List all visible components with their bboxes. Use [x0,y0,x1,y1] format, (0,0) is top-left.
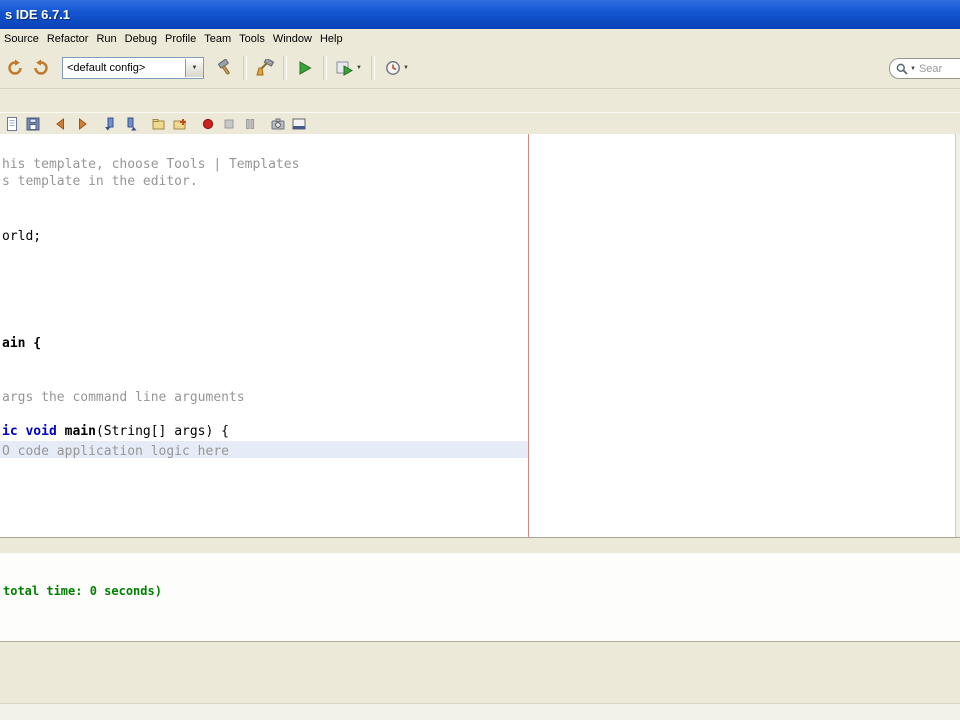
menu-item-window[interactable]: Window [269,31,316,47]
menu-item-team[interactable]: Team [200,31,235,47]
dock-window-button[interactable] [289,114,309,134]
menu-item-source[interactable]: Source [0,31,43,47]
add-folder-button[interactable] [170,114,190,134]
search-placeholder: Sear [918,62,943,75]
clean-and-build-project-button[interactable] [252,55,278,81]
profile-project-button[interactable]: ▼ [380,55,414,81]
open-folder-icon [152,118,165,129]
menu-item-help[interactable]: Help [316,31,347,47]
combo-dropdown-button[interactable]: ▼ [185,59,203,77]
code-line: ic void main(String[] args) { [2,423,229,440]
search-icon [896,63,908,75]
back-icon [56,117,64,130]
code-keyword: ic void [2,424,65,439]
search-box[interactable]: ▼ Sear [889,58,960,79]
chevron-down-icon: ▼ [356,65,362,71]
code-line: orld; [2,229,42,244]
menu-item-run[interactable]: Run [92,31,120,47]
titlebar: s IDE 6.7.1 [0,0,960,29]
status-bar [0,703,960,720]
secondary-toolbar [0,112,960,135]
snapshot-icon [271,118,285,129]
next-bookmark-button[interactable] [121,114,141,134]
chevron-down-icon: ▼ [403,65,409,71]
code-line: his template, choose Tools | Templates [2,157,300,172]
main-toolbar: <default config> ▼ ▼ ▼ ▼ Sear [0,48,960,89]
next-bookmark-icon [127,117,137,130]
run-project-button[interactable] [292,55,318,81]
redo-icon [34,59,48,75]
menu-item-profile[interactable]: Profile [161,31,200,47]
code-line: ain { [2,336,42,351]
editor[interactable]: his template, choose Tools | Templates s… [0,134,960,537]
back-button[interactable] [51,114,71,134]
chevron-down-icon: ▼ [910,65,916,72]
previous-bookmark-button[interactable] [100,114,120,134]
debug-project-button[interactable]: ▼ [332,55,366,81]
forward-icon [79,117,87,130]
menu-item-refactor[interactable]: Refactor [43,31,93,47]
window-title: s IDE 6.7.1 [5,7,71,22]
code-line: args the command line arguments [2,390,245,405]
code-method-name: main [64,424,96,439]
stop-button[interactable] [219,114,239,134]
toolbar-separator [283,56,287,80]
stop-icon [224,119,234,128]
profile-project-icon [386,61,400,75]
code-line: O code application logic here [2,444,229,459]
output-panel: total time: 0 seconds) [0,553,960,642]
save-all-button[interactable] [23,114,43,134]
undo-button[interactable] [2,55,28,81]
editor-scrollbar[interactable] [955,134,960,537]
open-folder-button[interactable] [149,114,169,134]
code-line: s template in the editor. [2,174,198,189]
forward-button[interactable] [72,114,92,134]
code-text: (String[] args) { [95,424,229,439]
previous-bookmark-icon [105,117,114,130]
config-combobox-value: <default config> [67,62,146,74]
undo-icon [8,59,22,75]
pause-button[interactable] [240,114,260,134]
status-bar-area [0,642,960,720]
new-file-icon [7,116,17,131]
run-project-icon [299,61,312,75]
redo-button[interactable] [28,55,54,81]
build-project-button[interactable] [212,55,238,81]
build-project-icon [218,59,230,75]
menu-item-debug[interactable]: Debug [121,31,161,47]
menubar: Source Refactor Run Debug Profile Team T… [0,29,960,48]
build-output-text: total time: 0 seconds) [3,584,162,598]
snapshot-button[interactable] [268,114,288,134]
toolbar-separator [371,56,375,80]
clean-and-build-project-icon [256,59,275,76]
chevron-down-icon: ▼ [191,65,198,71]
record-button[interactable] [198,114,218,134]
add-folder-icon [173,118,186,129]
save-all-icon [26,117,40,130]
record-icon [202,118,214,129]
toolbar-separator [323,56,327,80]
toolbar-separator [243,56,247,80]
new-file-button[interactable] [2,114,22,134]
debug-project-icon [336,61,354,76]
menu-item-tools[interactable]: Tools [235,31,269,47]
pause-icon [246,118,255,129]
right-margin-line [528,134,529,537]
netbeans-window: s IDE 6.7.1 Source Refactor Run Debug Pr… [0,0,960,720]
dock-window-icon [292,118,306,129]
config-combobox[interactable]: <default config> ▼ [62,57,204,79]
splitter[interactable] [0,537,960,554]
